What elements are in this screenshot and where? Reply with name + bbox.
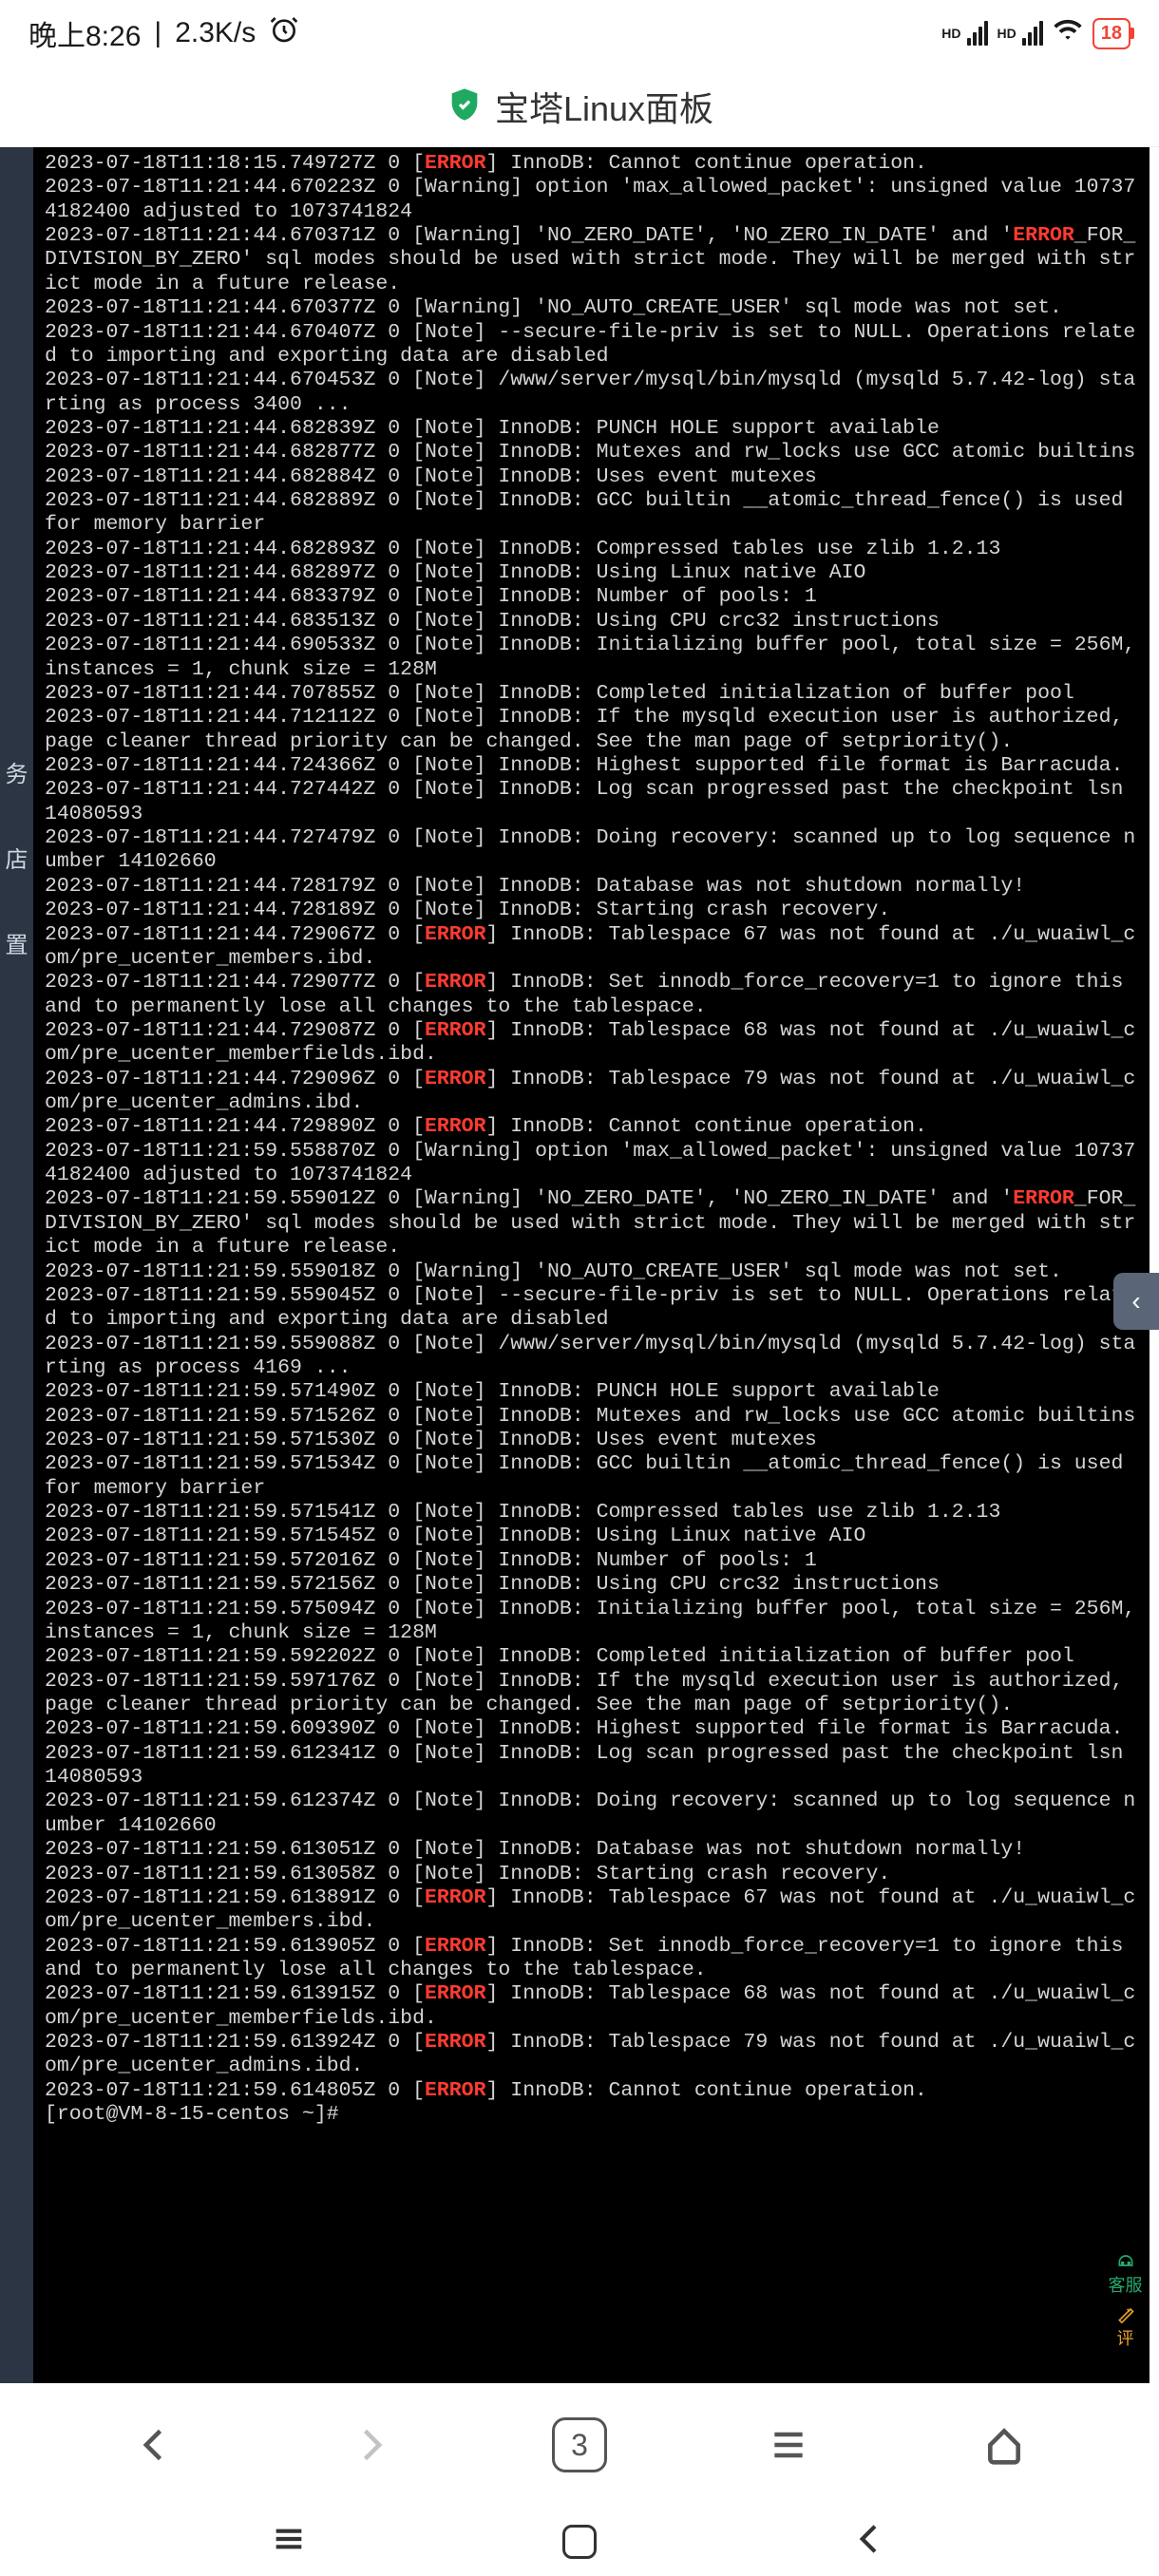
log-line: 2023-07-18T11:21:59.592202Z 0 [Note] Inn… [45,1645,1138,1669]
battery-level: 18 [1101,23,1122,45]
log-line: 2023-07-18T11:21:44.690533Z 0 [Note] Inn… [45,634,1138,682]
log-line: 2023-07-18T11:21:44.682889Z 0 [Note] Inn… [45,489,1138,538]
log-line: [root@VM-8-15-centos ~]# [45,2103,1138,2127]
tab-count-button[interactable]: 3 [552,2417,607,2472]
log-line: 2023-07-18T11:21:59.613905Z 0 [ERROR] In… [45,1935,1138,1983]
log-line: 2023-07-18T11:21:59.559012Z 0 [Warning] … [45,1187,1138,1260]
log-line: 2023-07-18T11:21:44.670407Z 0 [Note] --s… [45,321,1138,369]
bt-shield-icon [446,85,484,128]
sidebar-item-2[interactable]: 置 [6,926,28,959]
sys-recents-button[interactable] [270,2520,308,2563]
sidebar-item-1[interactable]: 店 [6,841,28,874]
log-line: 2023-07-18T11:21:59.614805Z 0 [ERROR] In… [45,2079,1138,2103]
log-line: 2023-07-18T11:21:59.558870Z 0 [Warning] … [45,1140,1138,1188]
log-line: 2023-07-18T11:21:44.670377Z 0 [Warning] … [45,296,1138,320]
status-sep: | [154,17,162,49]
log-line: 2023-07-18T11:21:59.613915Z 0 [ERROR] In… [45,1982,1138,2031]
sidebar[interactable]: 务 店 置 [0,147,33,2383]
log-line: 2023-07-18T11:21:44.707855Z 0 [Note] Inn… [45,682,1138,706]
log-line: 2023-07-18T11:21:44.683379Z 0 [Note] Inn… [45,585,1138,609]
log-line: 2023-07-18T11:21:59.571545Z 0 [Note] Inn… [45,1525,1138,1548]
log-line: 2023-07-18T11:18:15.749727Z 0 [ERROR] In… [45,152,1138,176]
log-line: 2023-07-18T11:21:44.729067Z 0 [ERROR] In… [45,923,1138,972]
log-line: 2023-07-18T11:21:59.609390Z 0 [Note] Inn… [45,1717,1138,1741]
log-line: 2023-07-18T11:21:59.559045Z 0 [Note] --s… [45,1284,1138,1333]
log-line: 2023-07-18T11:21:44.682893Z 0 [Note] Inn… [45,538,1138,561]
log-line: 2023-07-18T11:21:59.613058Z 0 [Note] Inn… [45,1863,1138,1886]
log-line: 2023-07-18T11:21:59.572156Z 0 [Note] Inn… [45,1573,1138,1597]
log-line: 2023-07-18T11:21:59.571490Z 0 [Note] Inn… [45,1380,1138,1404]
sidebar-item-0[interactable]: 务 [6,755,28,788]
hd-label-1: HD [941,26,960,41]
browser-nav: 3 [0,2383,1159,2507]
wifi-icon [1053,14,1083,52]
page-title: 宝塔Linux面板 [495,82,713,131]
log-line: 2023-07-18T11:21:44.727442Z 0 [Note] Inn… [45,778,1138,826]
title-bar: 宝塔Linux面板 [0,66,1159,147]
log-line: 2023-07-18T11:21:59.613891Z 0 [ERROR] In… [45,1886,1138,1935]
status-right: HD HD 18 [941,14,1130,52]
nav-home-button[interactable] [971,2412,1037,2478]
log-line: 2023-07-18T11:21:44.729096Z 0 [ERROR] In… [45,1068,1138,1116]
nav-forward-button[interactable] [337,2412,404,2478]
log-line: 2023-07-18T11:21:59.612341Z 0 [Note] Inn… [45,1742,1138,1790]
status-time: 晚上8:26 [28,12,141,54]
review-button[interactable]: 评 [1103,2304,1149,2350]
log-line: 2023-07-18T11:21:44.729087Z 0 [ERROR] In… [45,1019,1138,1068]
log-line: 2023-07-18T11:21:44.712112Z 0 [Note] Inn… [45,706,1138,754]
sys-home-button[interactable] [562,2525,597,2559]
log-line: 2023-07-18T11:21:44.727479Z 0 [Note] Inn… [45,826,1138,875]
log-line: 2023-07-18T11:21:59.571541Z 0 [Note] Inn… [45,1501,1138,1525]
cs-label: 客服 [1109,2272,1143,2297]
review-label: 评 [1117,2325,1134,2350]
tab-count-value: 3 [571,2428,588,2463]
log-line: 2023-07-18T11:21:59.572016Z 0 [Note] Inn… [45,1549,1138,1573]
side-collapse-tab[interactable]: ‹ [1113,1273,1159,1330]
log-line: 2023-07-18T11:21:44.724366Z 0 [Note] Inn… [45,754,1138,778]
log-line: 2023-07-18T11:21:44.729077Z 0 [ERROR] In… [45,971,1138,1019]
log-line: 2023-07-18T11:21:44.670223Z 0 [Warning] … [45,176,1138,224]
log-line: 2023-07-18T11:21:59.571530Z 0 [Note] Inn… [45,1429,1138,1452]
terminal-output[interactable]: 2023-07-18T11:18:15.749727Z 0 [ERROR] In… [33,147,1150,2383]
signal-icon-1 [967,21,988,46]
log-line: 2023-07-18T11:21:44.670371Z 0 [Warning] … [45,224,1138,296]
system-nav [0,2507,1159,2576]
signal-icon-2 [1022,21,1043,46]
log-line: 2023-07-18T11:21:59.613051Z 0 [Note] Inn… [45,1838,1138,1862]
chevron-left-icon: ‹ [1131,1286,1140,1316]
log-line: 2023-07-18T11:21:44.683513Z 0 [Note] Inn… [45,610,1138,634]
log-line: 2023-07-18T11:21:59.571526Z 0 [Note] Inn… [45,1405,1138,1429]
log-line: 2023-07-18T11:21:44.670453Z 0 [Note] /ww… [45,369,1138,417]
log-line: 2023-07-18T11:21:44.729890Z 0 [ERROR] In… [45,1115,1138,1139]
status-left: 晚上8:26 | 2.3K/s [28,12,299,54]
log-line: 2023-07-18T11:21:59.612374Z 0 [Note] Inn… [45,1790,1138,1838]
log-line: 2023-07-18T11:21:44.728189Z 0 [Note] Inn… [45,899,1138,922]
battery-indicator: 18 [1092,18,1130,49]
log-line: 2023-07-18T11:21:59.559018Z 0 [Warning] … [45,1260,1138,1284]
log-line: 2023-07-18T11:21:44.682897Z 0 [Note] Inn… [45,561,1138,585]
float-buttons: 客服 评 [1099,2251,1151,2350]
log-line: 2023-07-18T11:21:44.682877Z 0 [Note] Inn… [45,441,1138,464]
sys-back-button[interactable] [851,2520,889,2563]
log-line: 2023-07-18T11:21:59.613924Z 0 [ERROR] In… [45,2031,1138,2079]
log-line: 2023-07-18T11:21:59.559088Z 0 [Note] /ww… [45,1333,1138,1381]
log-line: 2023-07-18T11:21:59.575094Z 0 [Note] Inn… [45,1598,1138,1646]
customer-service-button[interactable]: 客服 [1103,2251,1149,2297]
log-line: 2023-07-18T11:21:59.597176Z 0 [Note] Inn… [45,1670,1138,1718]
alarm-icon [269,14,299,52]
hd-label-2: HD [998,26,1016,41]
log-line: 2023-07-18T11:21:44.682839Z 0 [Note] Inn… [45,417,1138,441]
status-speed: 2.3K/s [175,17,256,49]
log-line: 2023-07-18T11:21:44.728179Z 0 [Note] Inn… [45,875,1138,899]
status-bar: 晚上8:26 | 2.3K/s HD HD 18 [0,0,1159,66]
log-line: 2023-07-18T11:21:59.571534Z 0 [Note] Inn… [45,1452,1138,1501]
main-content: 务 店 置 2023-07-18T11:18:15.749727Z 0 [ERR… [0,147,1159,2383]
nav-menu-button[interactable] [755,2412,822,2478]
log-line: 2023-07-18T11:21:44.682884Z 0 [Note] Inn… [45,465,1138,489]
nav-back-button[interactable] [122,2412,188,2478]
